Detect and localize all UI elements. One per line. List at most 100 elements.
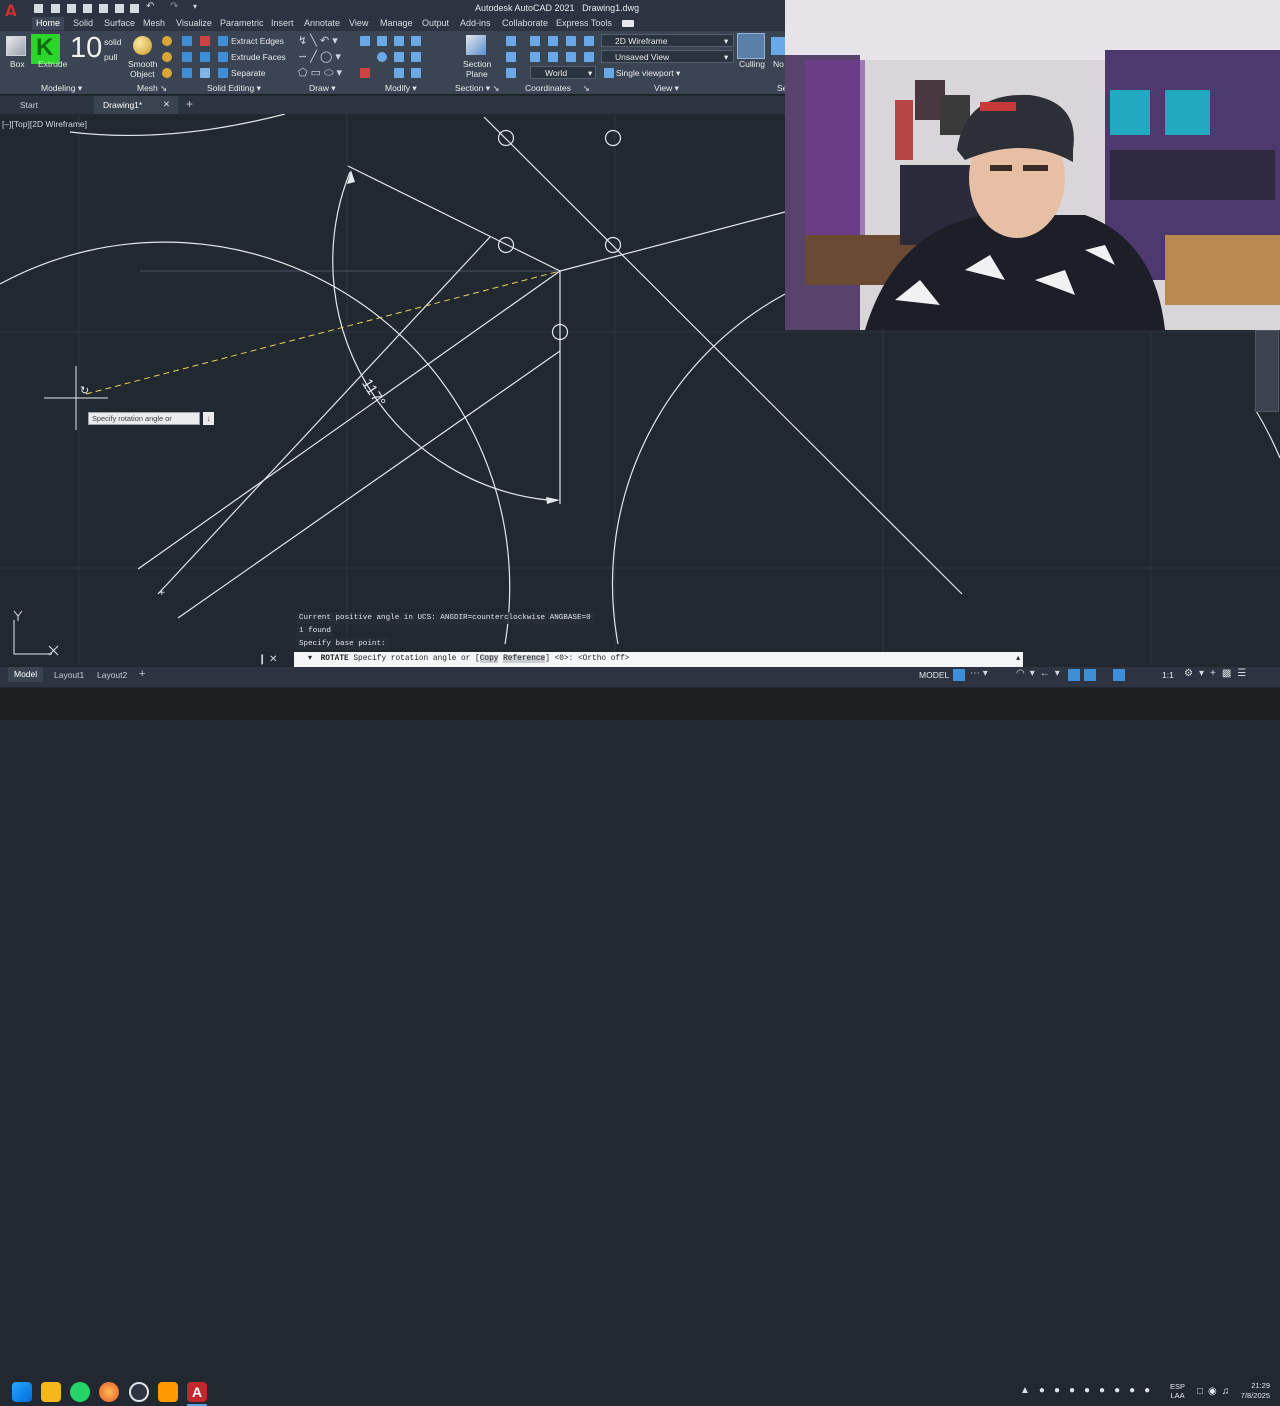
ucs-2-icon[interactable] <box>530 36 540 46</box>
undo-icon[interactable]: ↶ <box>146 1 154 12</box>
status-tools-icons[interactable]: ⚙▾+▩☰ <box>1184 668 1252 679</box>
tab-express-tools[interactable]: Express Tools <box>556 17 612 30</box>
tab-output[interactable]: Output <box>422 17 449 30</box>
system-tray-icons[interactable]: ▲●●●●●●●● <box>1020 1385 1159 1396</box>
offset-icon[interactable] <box>411 68 421 78</box>
solid-edit-1-icon[interactable] <box>182 36 192 46</box>
arc-top-left[interactable] <box>69 114 286 137</box>
tab-insert[interactable]: Insert <box>271 17 294 30</box>
ribbon-minimize-icon[interactable] <box>622 20 634 27</box>
smooth-object-label-2[interactable]: Object <box>130 69 155 79</box>
extract-edges-icon[interactable] <box>218 36 228 46</box>
autocad-taskbar-icon[interactable]: A <box>187 1382 207 1402</box>
command-line-input[interactable]: ▾ ROTATE Specify rotation angle or [Copy… <box>294 652 1023 667</box>
named-view-dropdown[interactable]: Unsaved View ▾ <box>601 50 734 63</box>
plot-icon[interactable] <box>130 4 139 13</box>
option-copy[interactable]: Copy <box>479 655 499 663</box>
mesh-tool-2-icon[interactable] <box>162 52 172 62</box>
no-filter-icon[interactable] <box>771 37 785 55</box>
tab-parametric[interactable]: Parametric <box>220 17 264 30</box>
tab-layout2[interactable]: Layout2 <box>97 670 127 680</box>
tab-visualize[interactable]: Visualize <box>176 17 212 30</box>
extrude-faces-label[interactable]: Extrude Faces <box>231 52 286 62</box>
group-section[interactable]: Section ▾ ↘ <box>455 83 499 93</box>
solid-edit-5-icon[interactable] <box>200 52 210 62</box>
tab-solid[interactable]: Solid <box>73 17 93 30</box>
new-tab-icon[interactable]: + <box>186 97 193 111</box>
grip-marker[interactable] <box>497 129 515 147</box>
line-right[interactable] <box>559 211 786 272</box>
section-plane-label-2[interactable]: Plane <box>466 69 488 79</box>
close-icon[interactable]: ✕ <box>163 99 170 110</box>
no-filter-label[interactable]: No <box>773 59 784 69</box>
large-arc-left[interactable] <box>0 241 511 645</box>
culling-label[interactable]: Culling <box>739 59 765 69</box>
extract-edges-label[interactable]: Extract Edges <box>231 36 284 46</box>
open-file-icon[interactable] <box>51 4 60 13</box>
copy-icon[interactable] <box>377 36 387 46</box>
grip-marker[interactable] <box>604 129 622 147</box>
tooltip-options-icon[interactable]: ↓ <box>203 412 214 425</box>
viewport-config-icon[interactable] <box>604 68 614 78</box>
tab-view[interactable]: View <box>349 17 368 30</box>
ucs-1-icon[interactable] <box>506 36 516 46</box>
tab-layout1[interactable]: Layout1 <box>54 670 84 680</box>
model-space-button[interactable]: MODEL <box>919 670 949 680</box>
network-volume-battery-icons[interactable]: □◉♫ <box>1197 1386 1234 1397</box>
language-indicator[interactable]: ESP LAA <box>1170 1382 1185 1400</box>
presspull-sub-label[interactable]: pull <box>104 52 117 62</box>
tab-add-ins[interactable]: Add-ins <box>460 17 491 30</box>
command-dropdown-icon[interactable]: ▾ <box>308 655 312 663</box>
snap-toggle-icon[interactable]: ⋯ ▾ <box>970 668 988 679</box>
extrude-faces-icon[interactable] <box>218 52 228 62</box>
ucs-dropdown[interactable]: World ▾ <box>530 66 596 79</box>
group-draw[interactable]: Draw ▾ <box>309 83 335 93</box>
ucs-9-icon[interactable] <box>566 52 576 62</box>
annotation-scale-value[interactable]: 1:1 <box>1162 670 1174 680</box>
erase-icon[interactable] <box>360 68 370 78</box>
section-plane-icon[interactable] <box>466 35 486 55</box>
tab-mesh[interactable]: Mesh <box>143 17 165 30</box>
section-plane-label-1[interactable]: Section <box>463 59 491 69</box>
command-close-icon[interactable]: ❙ ✕ 🔧 <box>258 652 292 680</box>
visual-style-dropdown[interactable]: 2D Wireframe ▾ <box>601 34 734 47</box>
tab-manage[interactable]: Manage <box>380 17 413 30</box>
command-history-icon[interactable]: ▴ <box>1016 652 1020 667</box>
grip-marker[interactable] <box>497 236 515 254</box>
ucs-4-icon[interactable] <box>566 36 576 46</box>
presspull-label[interactable]: solid <box>104 37 121 47</box>
new-layout-icon[interactable]: + <box>139 668 145 680</box>
tab-start[interactable]: Start <box>20 100 38 110</box>
tab-model[interactable]: Model <box>8 667 44 682</box>
obs-icon[interactable] <box>129 1382 149 1402</box>
mirror-icon[interactable] <box>411 36 421 46</box>
ucs-6-icon[interactable] <box>506 52 516 62</box>
group-coordinates[interactable]: Coordinates ↘ <box>525 83 590 93</box>
navigation-bar[interactable] <box>1255 330 1279 412</box>
firefox-icon[interactable] <box>99 1382 119 1402</box>
draw-tools-row-1[interactable]: ↯ ╲ ↶ ▾ <box>298 34 338 47</box>
rotation-arc[interactable] <box>332 171 549 501</box>
ucs-5-icon[interactable] <box>584 36 594 46</box>
group-view[interactable]: View ▾ <box>654 83 679 93</box>
clock[interactable]: 21:29 7/8/2025 <box>1230 1381 1270 1401</box>
option-reference[interactable]: Reference <box>503 655 546 663</box>
solid-edit-4-icon[interactable] <box>200 36 210 46</box>
tab-surface[interactable]: Surface <box>104 17 135 30</box>
smooth-object-label-1[interactable]: Smooth <box>128 59 157 69</box>
save-to-web-icon[interactable] <box>115 4 124 13</box>
tab-drawing1[interactable]: Drawing1* ✕ <box>94 96 178 114</box>
ucs-3-icon[interactable] <box>548 36 558 46</box>
file-explorer-icon[interactable] <box>41 1382 61 1402</box>
rotate-icon[interactable] <box>377 52 387 62</box>
extrude-label[interactable]: Extrude <box>38 59 67 69</box>
web-mobile-icon[interactable] <box>99 4 108 13</box>
move-icon[interactable] <box>360 36 370 46</box>
array-icon[interactable] <box>394 68 404 78</box>
new-file-icon[interactable] <box>34 4 43 13</box>
annotation-visibility-icon[interactable] <box>1113 669 1125 681</box>
stretch-icon[interactable] <box>394 36 404 46</box>
osnap-tools-icon[interactable]: ◠▾←▾ <box>1016 668 1065 679</box>
group-solid-editing[interactable]: Solid Editing ▾ <box>207 83 261 93</box>
object-snap-icon[interactable] <box>1084 669 1096 681</box>
